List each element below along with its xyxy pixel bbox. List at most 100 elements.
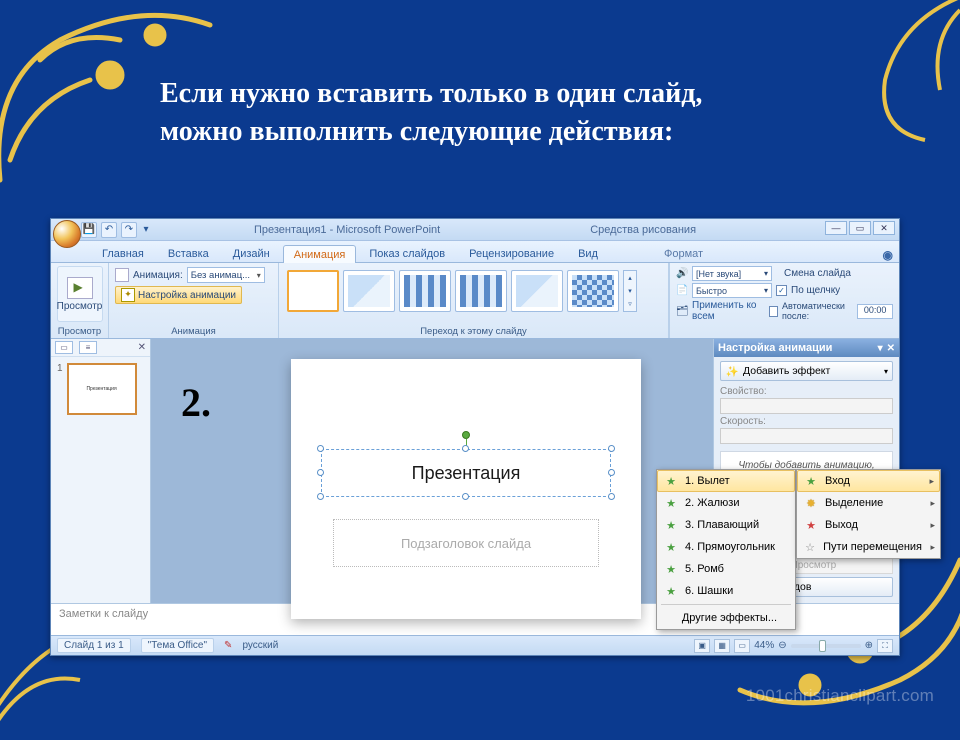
transition-options: 🔊 [Нет звука] Смена слайда 📄 Быстро ✓ По… <box>669 263 899 338</box>
selection-handle[interactable] <box>608 493 615 500</box>
outline-tab-icon[interactable]: ≡ <box>79 341 97 354</box>
sorter-view-icon[interactable]: ▦ <box>714 639 730 653</box>
slide-thumbnail[interactable]: Презентация <box>67 363 137 415</box>
menu-item-emphasis[interactable]: ✸Выделение <box>797 492 940 514</box>
on-click-checkbox[interactable]: ✓ <box>776 285 787 296</box>
tab-review[interactable]: Рецензирование <box>458 244 565 262</box>
sound-value: [Нет звука] <box>696 269 741 279</box>
slide-canvas[interactable]: Презентация Подзаголовок слайда <box>291 359 641 619</box>
title-placeholder[interactable]: Презентация <box>321 449 611 497</box>
zoom-in-icon[interactable]: ⊕ <box>865 640 873 651</box>
minimize-button[interactable]: — <box>825 221 847 235</box>
menu-item-shashki[interactable]: ★6. Шашки <box>657 580 795 602</box>
status-bar: Слайд 1 из 1 "Тема Office" ✎ русский ▣ ▦… <box>51 635 899 655</box>
tab-animation[interactable]: Анимация <box>283 245 357 263</box>
slide-title-text: Презентация <box>412 463 521 484</box>
menu-item-vylet[interactable]: ★1. Вылет <box>657 470 795 492</box>
menu-item-more-effects[interactable]: Другие эффекты... <box>657 607 795 629</box>
transition-thumb[interactable] <box>511 270 563 312</box>
heading-line2: можно выполнить следующие действия: <box>160 116 673 147</box>
advance-title: Смена слайда <box>784 268 851 279</box>
slideshow-view-icon[interactable]: ▭ <box>734 639 750 653</box>
transition-speed-dropdown[interactable]: Быстро <box>692 283 772 298</box>
rotation-handle[interactable] <box>462 431 470 439</box>
group-preview: Просмотр <box>51 326 108 337</box>
auto-after-checkbox[interactable] <box>769 306 778 317</box>
selection-handle[interactable] <box>317 469 324 476</box>
context-tab-title: Средства рисования <box>590 224 696 236</box>
transition-sound-dropdown[interactable]: [Нет звука] <box>692 266 772 281</box>
help-icon[interactable]: ◉ <box>883 248 893 262</box>
close-button[interactable]: ✕ <box>873 221 895 235</box>
zoom-slider[interactable] <box>791 644 861 648</box>
menu-label: 4. Прямоугольник <box>685 541 775 553</box>
menu-item-romb[interactable]: ★5. Ромб <box>657 558 795 580</box>
tab-insert[interactable]: Вставка <box>157 244 220 262</box>
transition-more[interactable]: ▴▾▿ <box>623 270 637 312</box>
preview-button[interactable]: Просмотр <box>57 266 103 322</box>
menu-label: Другие эффекты... <box>682 612 777 624</box>
custom-animation-label: Настройка анимации <box>138 290 236 301</box>
transition-thumb[interactable] <box>567 270 619 312</box>
taskpane-header: Настройка анимации ▾ ✕ <box>714 339 899 357</box>
transition-thumb[interactable] <box>455 270 507 312</box>
property-dropdown <box>720 398 893 414</box>
selection-handle[interactable] <box>462 493 469 500</box>
subtitle-placeholder[interactable]: Подзаголовок слайда <box>333 519 599 567</box>
auto-after-time[interactable]: 00:00 <box>857 304 893 319</box>
spellcheck-icon[interactable]: ✎ <box>224 640 232 651</box>
status-language[interactable]: русский <box>242 640 278 651</box>
title-bar: 💾 ↶ ↷ ▾ Презентация1 - Microsoft PowerPo… <box>51 219 899 241</box>
menu-item-pryamougolnik[interactable]: ★4. Прямоугольник <box>657 536 795 558</box>
add-effect-label: Добавить эффект <box>743 365 830 377</box>
menu-item-zhalyuzi[interactable]: ★2. Жалюзи <box>657 492 795 514</box>
menu-separator <box>661 604 791 605</box>
animate-dropdown[interactable]: Без анимац... <box>187 267 265 283</box>
tab-design[interactable]: Дизайн <box>222 244 281 262</box>
selection-handle[interactable] <box>317 493 324 500</box>
taskpane-title: Настройка анимации <box>718 342 832 354</box>
slides-tab-icon[interactable]: ▭ <box>55 341 73 354</box>
taskpane-dropdown-icon[interactable]: ▾ <box>878 343 883 354</box>
normal-view-icon[interactable]: ▣ <box>694 639 710 653</box>
zoom-out-icon[interactable]: ⊖ <box>778 640 786 651</box>
auto-after-label: Автоматически после: <box>782 301 853 321</box>
transition-thumb[interactable] <box>399 270 451 312</box>
menu-label: Пути перемещения <box>823 541 922 553</box>
menu-label: 6. Шашки <box>685 585 733 597</box>
tab-home[interactable]: Главная <box>91 244 155 262</box>
panel-close-icon[interactable]: ✕ <box>138 342 146 353</box>
menu-label: Выделение <box>825 497 883 509</box>
menu-item-exit[interactable]: ★Выход <box>797 514 940 536</box>
selection-handle[interactable] <box>462 445 469 452</box>
apply-all-button[interactable]: Применить ко всем <box>692 300 761 322</box>
thumb-number: 1 <box>57 363 63 415</box>
selection-handle[interactable] <box>608 469 615 476</box>
add-effect-button[interactable]: ✨ Добавить эффект <box>720 361 893 381</box>
instruction-heading: Если нужно вставить только в один слайд,… <box>160 75 900 151</box>
menu-item-motion-paths[interactable]: ☆Пути перемещения <box>797 536 940 558</box>
zoom-knob[interactable] <box>819 640 826 652</box>
menu-item-entrance[interactable]: ★Вход <box>797 470 940 492</box>
tab-slideshow[interactable]: Показ слайдов <box>358 244 456 262</box>
maximize-button[interactable]: ▭ <box>849 221 871 235</box>
custom-animation-icon: ✦ <box>121 288 135 302</box>
fit-window-icon[interactable]: ⛶ <box>877 639 893 653</box>
menu-label: 5. Ромб <box>685 563 724 575</box>
selection-handle[interactable] <box>608 445 615 452</box>
menu-item-plavayushchiy[interactable]: ★3. Плавающий <box>657 514 795 536</box>
slide-editor: 2. Презентация Подзаголовок слайда <box>151 339 713 603</box>
transition-none[interactable] <box>287 270 339 312</box>
transition-thumb[interactable] <box>343 270 395 312</box>
menu-label: Выход <box>825 519 858 531</box>
menu-label: 3. Плавающий <box>685 519 759 531</box>
menu-label: 1. Вылет <box>685 475 730 487</box>
status-slide: Слайд 1 из 1 <box>57 638 131 653</box>
tab-format[interactable]: Формат <box>653 244 714 262</box>
tab-view[interactable]: Вид <box>567 244 609 262</box>
taskpane-close-icon[interactable]: ✕ <box>887 343 895 354</box>
custom-animation-button[interactable]: ✦ Настройка анимации <box>115 286 242 304</box>
status-theme: "Тема Office" <box>141 638 214 653</box>
selection-handle[interactable] <box>317 445 324 452</box>
office-button[interactable] <box>53 220 81 248</box>
